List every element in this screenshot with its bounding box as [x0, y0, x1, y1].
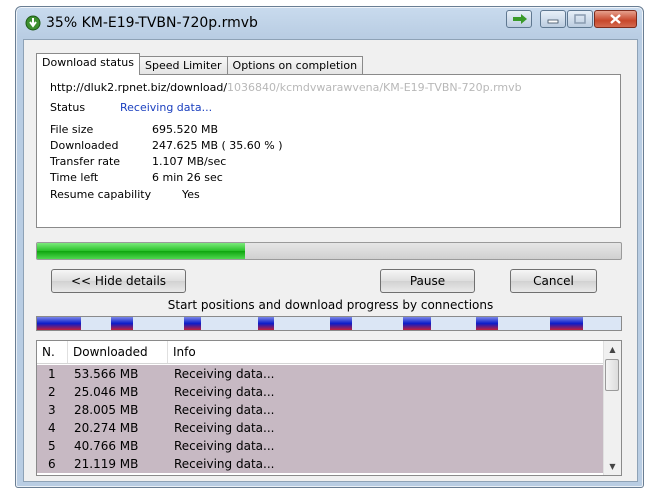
connection-segment	[184, 317, 201, 330]
scrollbar-thumb[interactable]	[605, 359, 619, 391]
pause-button[interactable]: Pause	[380, 269, 475, 293]
window-controls	[505, 10, 637, 30]
download-url: http://dluk2.rpnet.biz/download/1036840/…	[50, 81, 522, 94]
table-row[interactable]: 4 20.274 MB Receiving data...	[37, 419, 604, 437]
table-row[interactable]: 2 25.046 MB Receiving data...	[37, 383, 604, 401]
table-row[interactable]: 3 28.005 MB Receiving data...	[37, 401, 604, 419]
connection-segment	[549, 317, 584, 330]
downloaded-value: 247.625 MB ( 35.60 % )	[152, 139, 283, 152]
downloaded-label: Downloaded	[50, 139, 119, 152]
tab-strip: Download status Speed Limiter Options on…	[36, 53, 364, 75]
time-left-label: Time left	[50, 171, 99, 184]
connection-segment	[111, 317, 134, 330]
row-downloaded: 20.274 MB	[74, 421, 139, 435]
connections-title: Start positions and download progress by…	[167, 298, 494, 312]
row-number: 4	[48, 421, 56, 435]
status-label: Status	[50, 101, 86, 114]
title-bar[interactable]: 35% KM-E19-TVBN-720p.rmvb	[16, 7, 643, 39]
download-window: 35% KM-E19-TVBN-720p.rmvb Download statu…	[15, 6, 644, 488]
hide-details-button[interactable]: << Hide details	[51, 269, 186, 293]
close-icon[interactable]	[594, 10, 637, 28]
row-downloaded: 25.046 MB	[74, 385, 139, 399]
row-number: 5	[48, 439, 56, 453]
column-header-n[interactable]: N.	[37, 341, 68, 363]
table-row[interactable]: 5 40.766 MB Receiving data...	[37, 437, 604, 455]
tab-download-status[interactable]: Download status	[36, 53, 140, 75]
row-info: Receiving data...	[174, 367, 275, 381]
time-left-value: 6 min 26 sec	[152, 171, 223, 184]
progress-fill	[37, 243, 245, 259]
download-status-panel: http://dluk2.rpnet.biz/download/1036840/…	[36, 74, 621, 228]
download-progress-bar	[36, 242, 622, 260]
connection-segment	[476, 317, 499, 330]
transfer-rate-label: Transfer rate	[50, 155, 121, 168]
row-number: 3	[48, 403, 56, 417]
resume-capability-label: Resume capability	[50, 188, 152, 201]
tab-speed-limiter[interactable]: Speed Limiter	[138, 56, 228, 75]
connection-segment	[402, 317, 432, 330]
resume-capability-value: Yes	[182, 188, 200, 201]
table-scrollbar[interactable]: ▲ ▼	[603, 341, 621, 475]
table-row[interactable]: 1 53.566 MB Receiving data...	[37, 365, 604, 383]
connections-table: N. Downloaded Info 1 53.566 MB Receiving…	[36, 340, 622, 476]
connection-segment	[37, 317, 81, 330]
column-header-info[interactable]: Info	[168, 341, 605, 363]
connection-segment	[330, 317, 353, 330]
maximize-icon[interactable]	[567, 10, 593, 28]
row-info: Receiving data...	[174, 421, 275, 435]
connection-segment	[257, 317, 274, 330]
cancel-button[interactable]: Cancel	[510, 269, 597, 293]
url-obscured: 1036840/kcmdvwarawvena/KM-E19-TVBN-720p.…	[227, 81, 522, 94]
table-row[interactable]: 6 21.119 MB Receiving data...	[37, 455, 604, 473]
status-value: Receiving data...	[120, 101, 213, 114]
tab-options-on-completion[interactable]: Options on completion	[226, 56, 364, 75]
scroll-up-icon[interactable]: ▲	[604, 341, 621, 358]
window-title: 35% KM-E19-TVBN-720p.rmvb	[46, 15, 258, 31]
row-downloaded: 21.119 MB	[74, 457, 139, 471]
arrow-right-icon[interactable]	[506, 10, 532, 28]
row-number: 6	[48, 457, 56, 471]
row-number: 2	[48, 385, 56, 399]
row-downloaded: 53.566 MB	[74, 367, 139, 381]
connections-progress-bar	[36, 316, 622, 331]
transfer-rate-value: 1.107 MB/sec	[152, 155, 227, 168]
row-info: Receiving data...	[174, 403, 275, 417]
row-downloaded: 40.766 MB	[74, 439, 139, 453]
dialog-body: Download status Speed Limiter Options on…	[23, 39, 638, 482]
download-arrow-icon	[25, 15, 41, 31]
row-downloaded: 28.005 MB	[74, 403, 139, 417]
file-size-label: File size	[50, 123, 94, 136]
url-visible: http://dluk2.rpnet.biz/download/	[50, 81, 228, 94]
file-size-value: 695.520 MB	[152, 123, 219, 136]
table-header: N. Downloaded Info	[37, 341, 605, 364]
scroll-down-icon[interactable]: ▼	[604, 458, 621, 475]
row-number: 1	[48, 367, 56, 381]
row-info: Receiving data...	[174, 439, 275, 453]
column-header-downloaded[interactable]: Downloaded	[68, 341, 168, 363]
minimize-icon[interactable]	[540, 10, 566, 28]
row-info: Receiving data...	[174, 385, 275, 399]
row-info: Receiving data...	[174, 457, 275, 471]
